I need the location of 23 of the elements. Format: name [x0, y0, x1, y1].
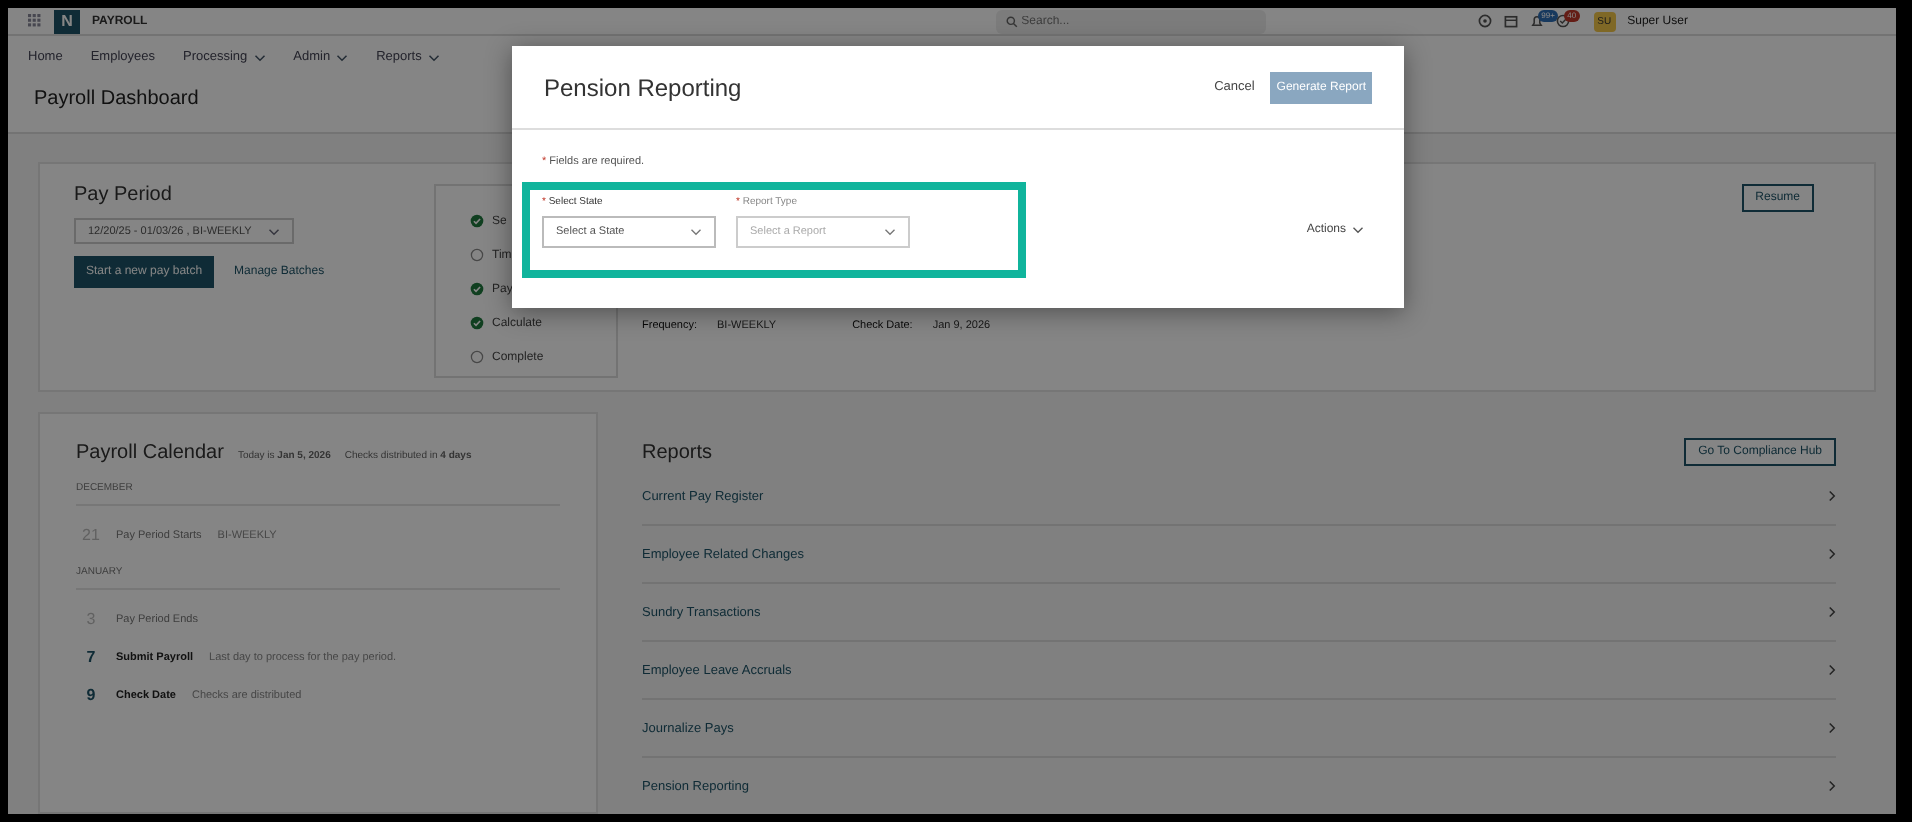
chevron-right-icon: [1828, 548, 1836, 560]
chevron-down-icon: [690, 228, 702, 236]
chevron-down-icon: [1352, 226, 1364, 234]
card-title: Payroll Calendar: [76, 442, 224, 464]
apps-grid-icon[interactable]: [28, 14, 42, 28]
chevron-right-icon: [1828, 606, 1836, 618]
chevron-right-icon: [1828, 664, 1836, 676]
chevron-right-icon: [1828, 780, 1836, 792]
calendar-icon[interactable]: [1503, 14, 1518, 28]
chevron-right-icon: [1828, 490, 1836, 502]
bell-icon[interactable]: [1529, 14, 1544, 28]
search-icon: [1005, 15, 1018, 27]
chevron-down-icon: [884, 228, 896, 236]
check-circle-icon[interactable]: [1555, 14, 1570, 28]
help-icon[interactable]: [1477, 14, 1492, 28]
dialog-title: Pension Reporting: [544, 73, 744, 101]
event-day: 7: [82, 648, 100, 666]
chevron-down-icon: [268, 227, 280, 235]
event-day: 9: [82, 686, 100, 704]
card-title: Pay Period: [74, 184, 174, 206]
chevron-right-icon: [1828, 722, 1836, 734]
card-title: Reports: [642, 441, 713, 463]
logo[interactable]: N: [54, 9, 80, 33]
